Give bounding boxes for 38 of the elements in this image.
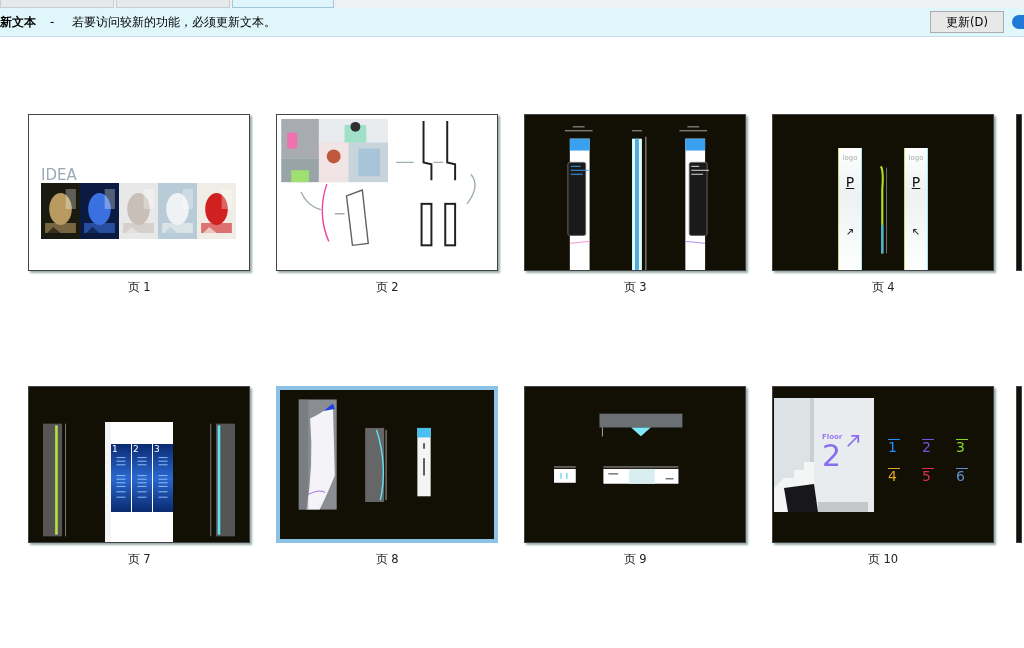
notification-message: 若要访问较新的功能，必须更新文本。 (72, 14, 278, 30)
page-thumbnail[interactable]: 1 2 3 (28, 386, 250, 543)
arrow-up-left-icon (912, 228, 920, 236)
floor-number-sign: 4 (888, 468, 900, 483)
page-thumbnail[interactable] (1016, 386, 1022, 543)
info-icon[interactable] (1012, 15, 1024, 29)
page-thumbnail[interactable] (524, 386, 746, 543)
floor-number-sign: 5 (922, 468, 934, 483)
arrow-up-right-icon (846, 228, 854, 236)
page-label: 页 7 (127, 552, 151, 567)
page-thumbnail[interactable] (276, 386, 498, 543)
floor-number-sign: 6 (956, 468, 968, 483)
page-label: 页 3 (623, 280, 647, 295)
slim-sign-drawing (417, 427, 431, 497)
parking-letter: P (911, 174, 921, 190)
separator-text: - (50, 15, 55, 29)
slide-heading: IDEA (41, 167, 78, 183)
floor-number: 2 (822, 441, 842, 471)
floor-number-sign: 3 (956, 439, 968, 454)
arrow-up-right-icon (846, 434, 860, 448)
floor-number-sign: 2 (922, 439, 934, 454)
page-label: 页 4 (871, 280, 895, 295)
floor-number-sign: 1 (888, 439, 900, 454)
page-thumbnail[interactable] (524, 114, 746, 271)
page-thumbnail[interactable] (276, 114, 498, 271)
update-button[interactable]: 更新(D) (930, 11, 1004, 33)
notification-title: 新文本 (0, 13, 36, 31)
panel-number: 2 (132, 444, 140, 454)
page-label: 页 10 (867, 552, 899, 567)
panel-number: 3 (153, 444, 161, 454)
page-label: 页 1 (127, 280, 151, 295)
page-label: 页 2 (375, 280, 399, 295)
parking-letter: P (845, 174, 855, 190)
page-label: 页 9 (623, 552, 647, 567)
page-label: 页 8 (375, 552, 399, 567)
panel-number: 1 (111, 444, 119, 454)
page-thumbnail[interactable] (1016, 114, 1022, 271)
door-sign-drawing (553, 466, 577, 483)
